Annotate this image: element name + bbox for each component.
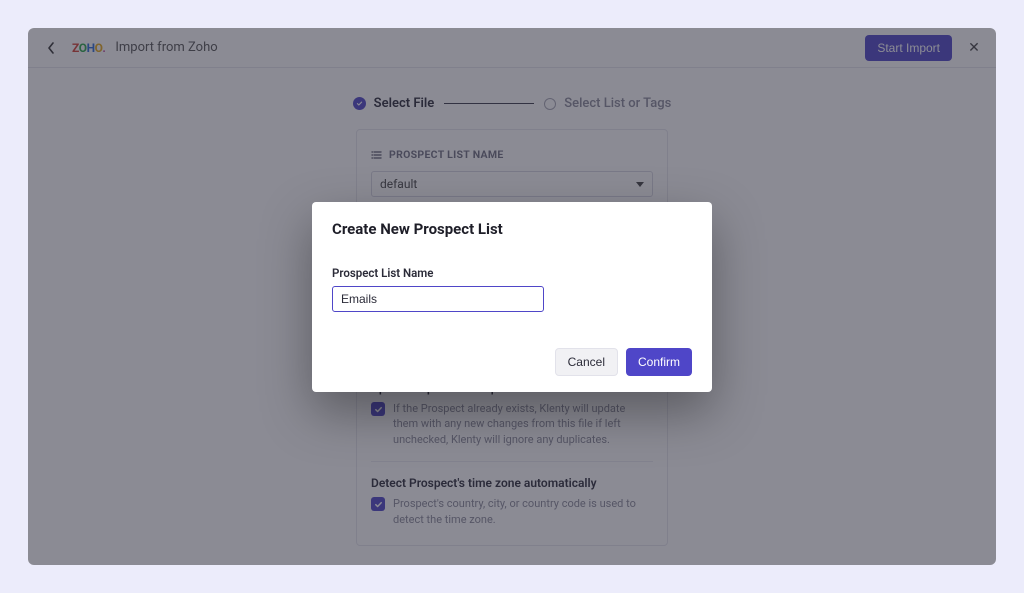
- app-window: ZOHO. Import from Zoho Start Import ✕ Se…: [28, 28, 996, 565]
- prospect-list-name-input[interactable]: [332, 286, 544, 312]
- cancel-button[interactable]: Cancel: [555, 348, 618, 376]
- modal-title: Create New Prospect List: [332, 220, 692, 238]
- modal-actions: Cancel Confirm: [332, 348, 692, 376]
- outer-frame: ZOHO. Import from Zoho Start Import ✕ Se…: [0, 0, 1024, 593]
- confirm-button[interactable]: Confirm: [626, 348, 692, 376]
- create-prospect-list-modal: Create New Prospect List Prospect List N…: [312, 202, 712, 392]
- prospect-list-name-label: Prospect List Name: [332, 266, 692, 280]
